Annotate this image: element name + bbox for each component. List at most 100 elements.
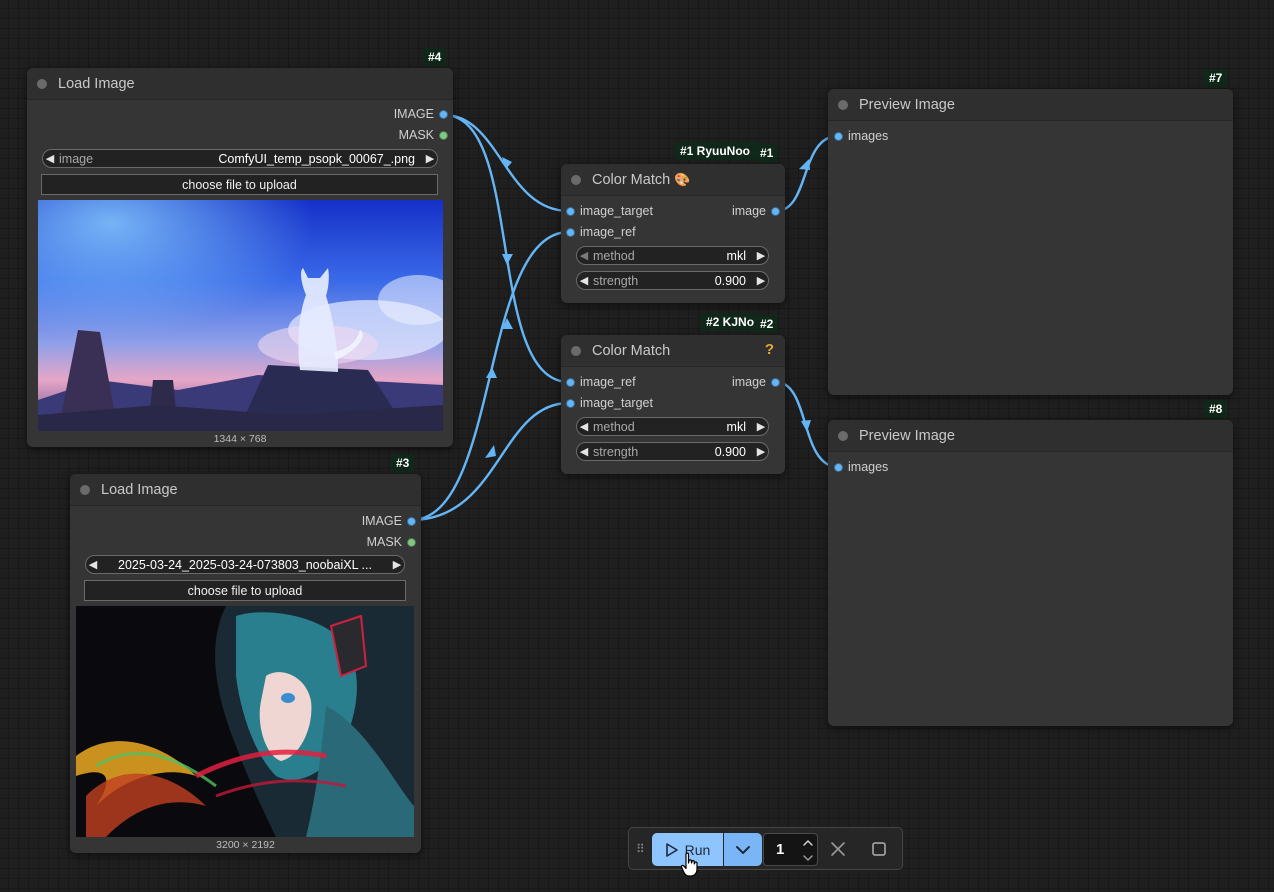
color-match-node-2[interactable]: Color Match ? image_ref image_target ima… bbox=[561, 335, 785, 474]
chevron-up-icon[interactable] bbox=[801, 836, 815, 850]
collapse-toggle[interactable] bbox=[838, 99, 848, 110]
chevron-down-icon[interactable] bbox=[801, 851, 815, 865]
slot-dot[interactable] bbox=[566, 227, 575, 237]
run-toolbar: ⠿ Run 1 bbox=[628, 827, 903, 870]
link-4-image-to-1-target bbox=[442, 113, 571, 213]
drag-handle-icon[interactable]: ⠿ bbox=[636, 842, 645, 856]
palette-emoji-icon: 🎨 bbox=[674, 171, 691, 187]
collapse-toggle[interactable] bbox=[80, 484, 90, 495]
input-slot-image-target[interactable]: image_target bbox=[566, 396, 653, 410]
node-id-badge: #7 bbox=[1204, 69, 1228, 87]
arrow-right-icon[interactable]: ▶ bbox=[754, 445, 768, 458]
slot-label: image bbox=[731, 375, 766, 389]
image-dimensions: 3200 × 2192 bbox=[216, 839, 275, 851]
node-source-badge: #2 KJNo bbox=[701, 313, 762, 331]
arrow-right-icon[interactable]: ▶ bbox=[754, 274, 768, 287]
hand-cursor-icon bbox=[680, 852, 698, 877]
node-header[interactable]: Load Image bbox=[70, 474, 421, 506]
collapse-toggle[interactable] bbox=[571, 345, 581, 356]
node-id-badge: #4 bbox=[423, 48, 447, 66]
slot-dot[interactable] bbox=[439, 109, 448, 119]
load-image-node-3[interactable]: Load Image IMAGE MASK ◀ 2025-03-24_2025-… bbox=[70, 474, 421, 853]
combo-value: mkl bbox=[726, 248, 746, 263]
method-combo[interactable]: ◀ method mkl ▶ bbox=[576, 246, 769, 265]
slot-dot[interactable] bbox=[439, 130, 448, 140]
slot-label: image bbox=[731, 204, 766, 218]
slot-dot[interactable] bbox=[566, 377, 575, 387]
output-slot-image[interactable]: image bbox=[732, 375, 780, 389]
arrow-right-icon[interactable]: ▶ bbox=[754, 420, 768, 433]
collapse-toggle[interactable] bbox=[37, 78, 47, 89]
method-combo[interactable]: ◀ method mkl ▶ bbox=[576, 417, 769, 436]
node-header[interactable]: Color Match ? bbox=[561, 335, 785, 367]
node-header[interactable]: Preview Image bbox=[828, 420, 1233, 452]
input-slot-image-target[interactable]: image_target bbox=[566, 204, 653, 218]
loaded-image-preview bbox=[76, 606, 414, 837]
graph-canvas[interactable]: #4 Load Image IMAGE MASK ◀ image ComfyUI… bbox=[0, 0, 1274, 892]
load-image-node-4[interactable]: Load Image IMAGE MASK ◀ image ComfyUI_te… bbox=[27, 68, 453, 447]
slot-dot[interactable] bbox=[834, 462, 843, 472]
slot-dot[interactable] bbox=[834, 131, 843, 141]
slot-label: image_ref bbox=[580, 375, 636, 389]
input-slot-images[interactable]: images bbox=[834, 129, 888, 143]
slot-label: images bbox=[848, 460, 889, 474]
collapse-toggle[interactable] bbox=[838, 430, 848, 441]
arrow-left-icon[interactable]: ◀ bbox=[43, 152, 57, 165]
link-arrow bbox=[801, 420, 811, 432]
slot-dot[interactable] bbox=[566, 206, 575, 216]
output-slot-image[interactable]: IMAGE bbox=[362, 514, 416, 528]
output-slot-mask[interactable]: MASK bbox=[399, 128, 448, 142]
collapse-toggle[interactable] bbox=[571, 174, 581, 185]
preview-image-node-8[interactable]: Preview Image images bbox=[828, 420, 1233, 726]
output-slot-mask[interactable]: MASK bbox=[367, 535, 416, 549]
slot-label: image_target bbox=[580, 204, 653, 218]
image-combo[interactable]: ◀ 2025-03-24_2025-03-24-073803_noobaiXL … bbox=[85, 555, 405, 574]
run-options-button[interactable] bbox=[724, 833, 762, 866]
slot-dot[interactable] bbox=[771, 377, 780, 387]
node-id-badge: #3 bbox=[391, 454, 415, 472]
input-slot-image-ref[interactable]: image_ref bbox=[566, 375, 636, 389]
arrow-left-icon[interactable]: ◀ bbox=[577, 249, 591, 262]
output-slot-image[interactable]: IMAGE bbox=[394, 107, 448, 121]
choose-file-button[interactable]: choose file to upload bbox=[84, 580, 406, 601]
link-arrow bbox=[486, 367, 497, 378]
combo-label: strength bbox=[593, 273, 639, 288]
combo-value: mkl bbox=[726, 419, 746, 434]
stop-icon[interactable] bbox=[871, 841, 887, 857]
arrow-left-icon[interactable]: ◀ bbox=[577, 420, 591, 433]
output-slot-image[interactable]: image bbox=[732, 204, 780, 218]
slot-dot[interactable] bbox=[407, 537, 416, 547]
arrow-left-icon[interactable]: ◀ bbox=[86, 558, 100, 571]
arrow-left-icon[interactable]: ◀ bbox=[577, 445, 591, 458]
image-dimensions: 1344 × 768 bbox=[213, 433, 267, 445]
input-slot-images[interactable]: images bbox=[834, 460, 888, 474]
link-arrow bbox=[502, 157, 512, 169]
strength-number-input[interactable]: ◀ strength 0.900 ▶ bbox=[576, 271, 769, 290]
choose-file-button[interactable]: choose file to upload bbox=[41, 174, 438, 195]
image-combo[interactable]: ◀ image ComfyUI_temp_psopk_00067_.png ▶ bbox=[42, 149, 438, 168]
node-id-badge: #8 bbox=[1204, 400, 1228, 418]
combo-label: strength bbox=[593, 444, 639, 459]
node-title: Load Image bbox=[58, 75, 135, 92]
node-header[interactable]: Load Image bbox=[27, 68, 453, 100]
unknown-source-icon: ? bbox=[764, 341, 774, 358]
slot-dot[interactable] bbox=[771, 206, 780, 216]
batch-count-input[interactable]: 1 bbox=[763, 833, 818, 866]
strength-number-input[interactable]: ◀ strength 0.900 ▶ bbox=[576, 442, 769, 461]
color-match-node-1[interactable]: Color Match 🎨 image_target image_ref ima… bbox=[561, 164, 785, 303]
node-header[interactable]: Preview Image bbox=[828, 89, 1233, 121]
node-title: Preview Image bbox=[859, 96, 955, 113]
close-icon[interactable] bbox=[829, 840, 847, 858]
arrow-right-icon[interactable]: ▶ bbox=[390, 558, 404, 571]
slot-dot[interactable] bbox=[407, 516, 416, 526]
arrow-right-icon[interactable]: ▶ bbox=[754, 249, 768, 262]
node-header[interactable]: Color Match 🎨 bbox=[561, 164, 785, 196]
slot-dot[interactable] bbox=[566, 398, 575, 408]
preview-image-node-7[interactable]: Preview Image images bbox=[828, 89, 1233, 395]
arrow-right-icon[interactable]: ▶ bbox=[423, 152, 437, 165]
arrow-left-icon[interactable]: ◀ bbox=[577, 274, 591, 287]
input-slot-image-ref[interactable]: image_ref bbox=[566, 225, 636, 239]
loaded-image-preview bbox=[38, 200, 443, 431]
node-title: Preview Image bbox=[859, 427, 955, 444]
combo-value: ComfyUI_temp_psopk_00067_.png bbox=[218, 151, 415, 166]
